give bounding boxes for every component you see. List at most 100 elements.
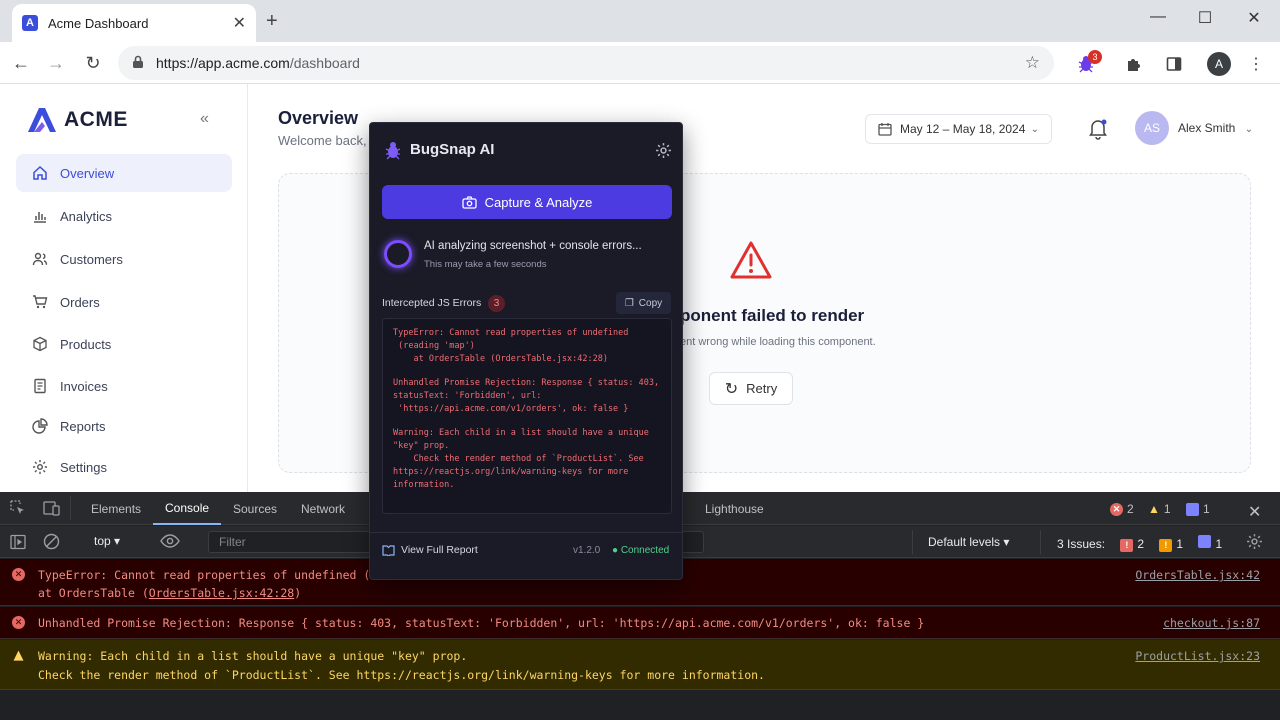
home-icon (33, 165, 47, 180)
errors-section-label: Intercepted JS Errors (382, 297, 482, 309)
issue-error-icon: ! (1120, 538, 1134, 552)
console-message-detail: Check the render method of `ProductList`… (38, 668, 765, 682)
close-tab-icon[interactable]: ✕ (233, 13, 246, 33)
tab-network[interactable]: Network (301, 492, 345, 525)
calendar-icon (878, 123, 892, 136)
favicon-icon: A (22, 15, 38, 31)
warning-triangle-icon (729, 240, 773, 285)
collapse-sidebar-icon[interactable]: « (200, 110, 209, 128)
intercepted-errors-list: TypeError: Cannot read properties of und… (382, 318, 672, 514)
extension-badge: 3 (1088, 50, 1102, 64)
error-message: ent wrong while loading this component. (680, 336, 876, 348)
error-circle-icon: ✕ (12, 616, 25, 629)
sidebar-item-customers[interactable]: Customers (16, 240, 232, 278)
device-toolbar-icon[interactable] (43, 500, 61, 521)
error-title: ponent failed to render (680, 306, 865, 325)
eye-icon[interactable] (160, 533, 180, 554)
intercepted-error: Warning: Each child in a list should hav… (393, 428, 649, 490)
info-count[interactable]: 1 (1186, 502, 1210, 516)
refresh-icon: ↻ (724, 380, 739, 398)
console-stack-line: at OrdersTable (OrdersTable.jsx:42:28) (38, 586, 302, 600)
warning-count[interactable]: ▲ 1 (1148, 502, 1171, 516)
sidebar-item-settings[interactable]: Settings (16, 448, 232, 486)
console-source-link[interactable]: ProductList.jsx:23 (1135, 649, 1260, 663)
loading-spinner (384, 240, 412, 268)
new-tab-icon[interactable]: + (266, 10, 278, 33)
tab-lighthouse[interactable]: Lighthouse (705, 492, 764, 525)
view-full-report-link[interactable]: View Full Report (382, 544, 478, 556)
console-settings-gear-icon[interactable] (1246, 533, 1263, 555)
sidebar-item-overview[interactable]: Overview (16, 154, 232, 192)
log-levels-dropdown[interactable]: Default levels ▾ (928, 535, 1009, 549)
page-title: Overview (278, 108, 359, 128)
error-circle-icon: ✕ (1110, 502, 1123, 516)
browser-tab[interactable]: A Acme Dashboard ✕ (12, 4, 256, 42)
issues-counter[interactable]: 3 Issues: ! 2 ! 1 1 (1057, 535, 1222, 552)
url-text: https://app.acme.com/dashboard (156, 55, 360, 71)
sidebar-item-invoices[interactable]: Invoices (16, 367, 232, 405)
chevron-down-icon: ⌄ (1030, 123, 1039, 135)
date-range-picker[interactable]: May 12 – May 18, 2024 ⌄ (865, 114, 1052, 144)
acme-logo-icon (28, 108, 56, 132)
bug-icon (383, 140, 403, 165)
bar-chart-icon (34, 212, 46, 223)
users-icon (32, 252, 48, 266)
maximize-icon[interactable]: ☐ (1185, 8, 1225, 28)
sidebar-item-analytics[interactable]: Analytics (16, 197, 232, 235)
console-source-link[interactable]: checkout.js:87 (1163, 616, 1260, 630)
extensions-puzzle-icon[interactable] (1122, 52, 1146, 76)
address-bar[interactable]: https://app.acme.com/dashboard ☆ (118, 46, 1054, 80)
error-count[interactable]: ✕ 2 (1110, 502, 1134, 516)
back-icon[interactable]: ← (8, 50, 34, 76)
popup-title: BugSnap AI (410, 141, 495, 158)
sidebar-item-products[interactable]: Products (16, 325, 232, 363)
box-icon (33, 336, 47, 352)
console-source-link[interactable]: OrdersTable.jsx:42 (1135, 568, 1260, 582)
user-avatar[interactable]: AS (1135, 111, 1169, 145)
document-icon (34, 378, 46, 394)
browser-menu-icon[interactable]: ⋮ (1244, 52, 1268, 76)
reload-icon[interactable]: ↻ (80, 50, 106, 76)
info-message-icon (1186, 502, 1199, 516)
bugsnap-extension-icon[interactable]: 3 (1074, 50, 1102, 76)
close-devtools-icon[interactable]: ✕ (1248, 502, 1261, 522)
cart-icon (33, 295, 48, 309)
tab-console[interactable]: Console (153, 492, 222, 525)
sidebar-item-orders[interactable]: Orders (16, 283, 232, 321)
lock-icon (132, 55, 144, 72)
stack-source-link[interactable]: OrdersTable.jsx:42:28 (149, 586, 294, 600)
console-warning-row[interactable]: ▲ Warning: Each child in a list should h… (0, 640, 1280, 690)
notifications-bell-icon[interactable] (1088, 118, 1108, 145)
connection-status: ● Connected (612, 545, 670, 556)
side-panel-icon[interactable] (1162, 52, 1186, 76)
inspect-element-icon[interactable] (10, 500, 26, 521)
console-message: Warning: Each child in a list should hav… (38, 649, 468, 663)
popup-settings-gear-icon[interactable] (655, 142, 672, 164)
console-message: Unhandled Promise Rejection: Response { … (38, 616, 925, 630)
forward-icon[interactable]: → (43, 50, 69, 76)
issue-info-icon (1198, 535, 1212, 548)
profile-avatar[interactable]: A (1207, 52, 1231, 76)
warning-icon: ▲ (1148, 502, 1160, 516)
console-error-row[interactable]: ✕ Unhandled Promise Rejection: Response … (0, 607, 1280, 639)
context-selector[interactable]: top ▾ (94, 534, 120, 548)
minimize-icon[interactable]: — (1138, 8, 1178, 26)
sidebar-toggle-icon[interactable] (10, 534, 26, 555)
tab-sources[interactable]: Sources (233, 492, 277, 525)
capture-analyze-button[interactable]: Capture & Analyze (382, 185, 672, 219)
clear-console-icon[interactable] (43, 533, 60, 555)
user-menu[interactable]: Alex Smith ⌄ (1178, 121, 1253, 135)
copy-errors-button[interactable]: ❐ Copy (616, 292, 671, 314)
console-message: TypeError: Cannot read properties of und… (38, 568, 371, 582)
close-window-icon[interactable]: ✕ (1234, 8, 1274, 28)
tab-elements[interactable]: Elements (91, 492, 141, 525)
pie-chart-icon (32, 418, 48, 434)
brand-logo[interactable]: ACME (28, 108, 128, 132)
errors-count-badge: 3 (488, 295, 505, 312)
page-subtitle: Welcome back, (278, 133, 367, 148)
retry-button[interactable]: ↻ Retry (709, 372, 793, 405)
error-circle-icon: ✕ (12, 568, 25, 581)
bookmark-star-icon[interactable]: ☆ (1025, 53, 1040, 73)
sidebar-item-reports[interactable]: Reports (16, 407, 232, 445)
book-icon (382, 544, 395, 556)
